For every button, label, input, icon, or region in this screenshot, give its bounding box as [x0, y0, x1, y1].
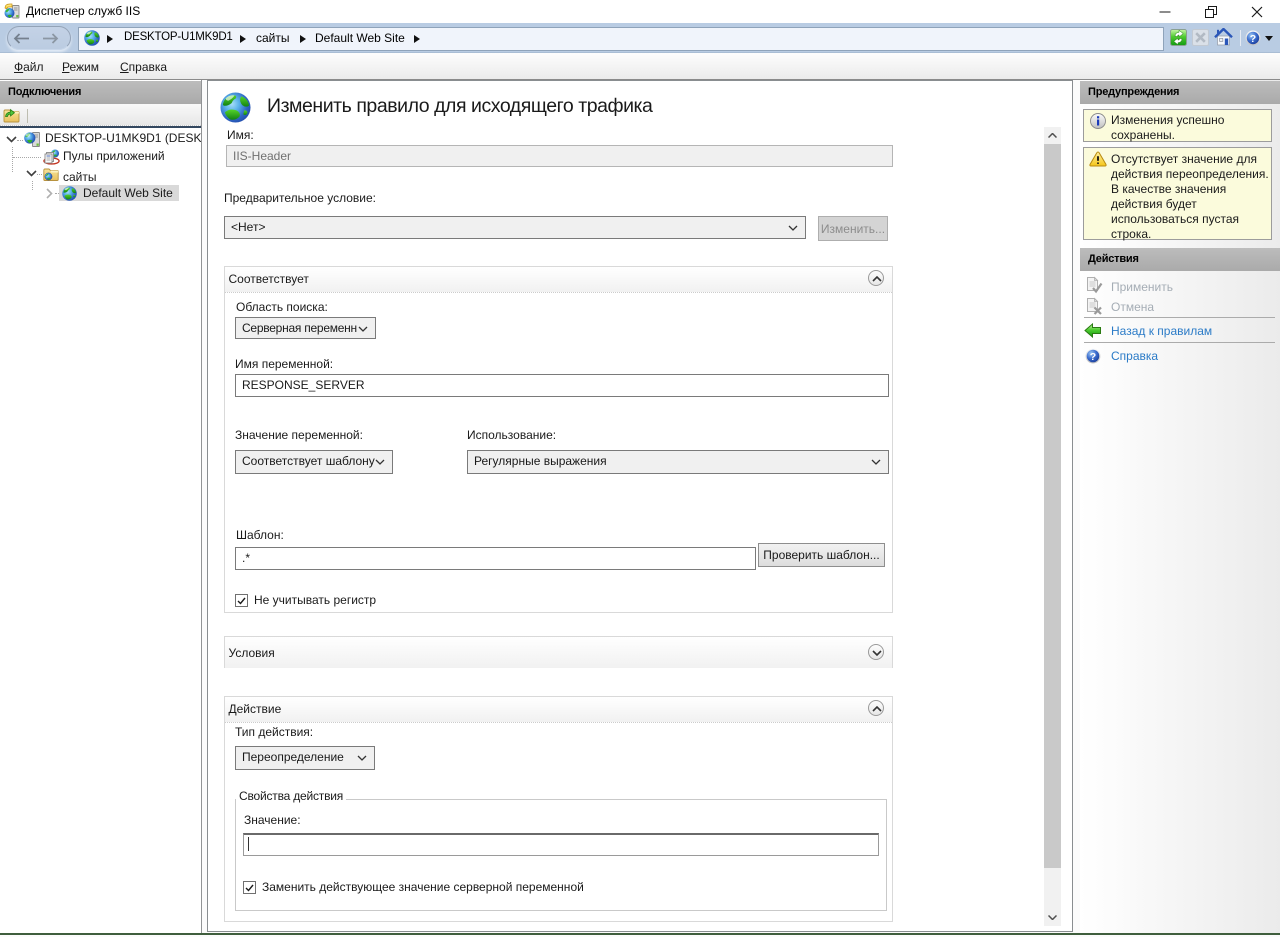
- svg-text:?: ?: [1250, 33, 1256, 45]
- svg-text:?: ?: [1090, 351, 1096, 363]
